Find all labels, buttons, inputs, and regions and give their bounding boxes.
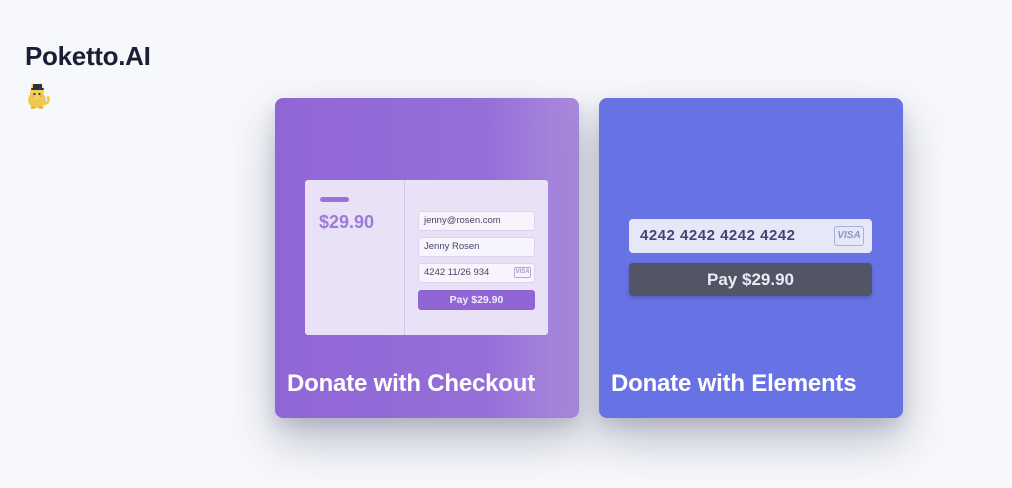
card-value: 4242 11/26 934 xyxy=(424,267,490,278)
checkout-summary-panel: $29.90 xyxy=(305,180,405,335)
card-field: 4242 11/26 934 VISA xyxy=(418,263,535,283)
email-value: jenny@rosen.com xyxy=(424,215,501,226)
name-field: Jenny Rosen xyxy=(418,237,535,257)
page: Poketto.AI $29.90 jenny@rosen.com Jenny … xyxy=(0,0,1012,488)
checkout-price: $29.90 xyxy=(319,212,375,232)
brand-title: Poketto.AI xyxy=(25,41,151,71)
checkout-card-title: Donate with Checkout xyxy=(287,370,536,397)
checkout-preview: $29.90 jenny@rosen.com Jenny Rosen 4242 … xyxy=(305,180,548,335)
name-value: Jenny Rosen xyxy=(424,241,480,252)
donate-elements-card[interactable]: 4242 4242 4242 4242 VISA Pay $29.90 Dona… xyxy=(599,98,903,418)
visa-icon: VISA xyxy=(834,226,864,246)
elements-pay-button: Pay $29.90 xyxy=(629,263,872,296)
card-number-field: 4242 4242 4242 4242 VISA xyxy=(629,219,872,253)
elements-card-title: Donate with Elements xyxy=(611,370,857,397)
card-number-value: 4242 4242 4242 4242 xyxy=(640,227,796,244)
visa-icon: VISA xyxy=(514,267,531,278)
donate-checkout-card[interactable]: $29.90 jenny@rosen.com Jenny Rosen 4242 … xyxy=(275,98,579,418)
email-field: jenny@rosen.com xyxy=(418,211,535,231)
checkout-pay-button: Pay $29.90 xyxy=(418,290,535,310)
product-placeholder-bar xyxy=(320,197,349,202)
cat-mascot-icon xyxy=(25,82,51,110)
